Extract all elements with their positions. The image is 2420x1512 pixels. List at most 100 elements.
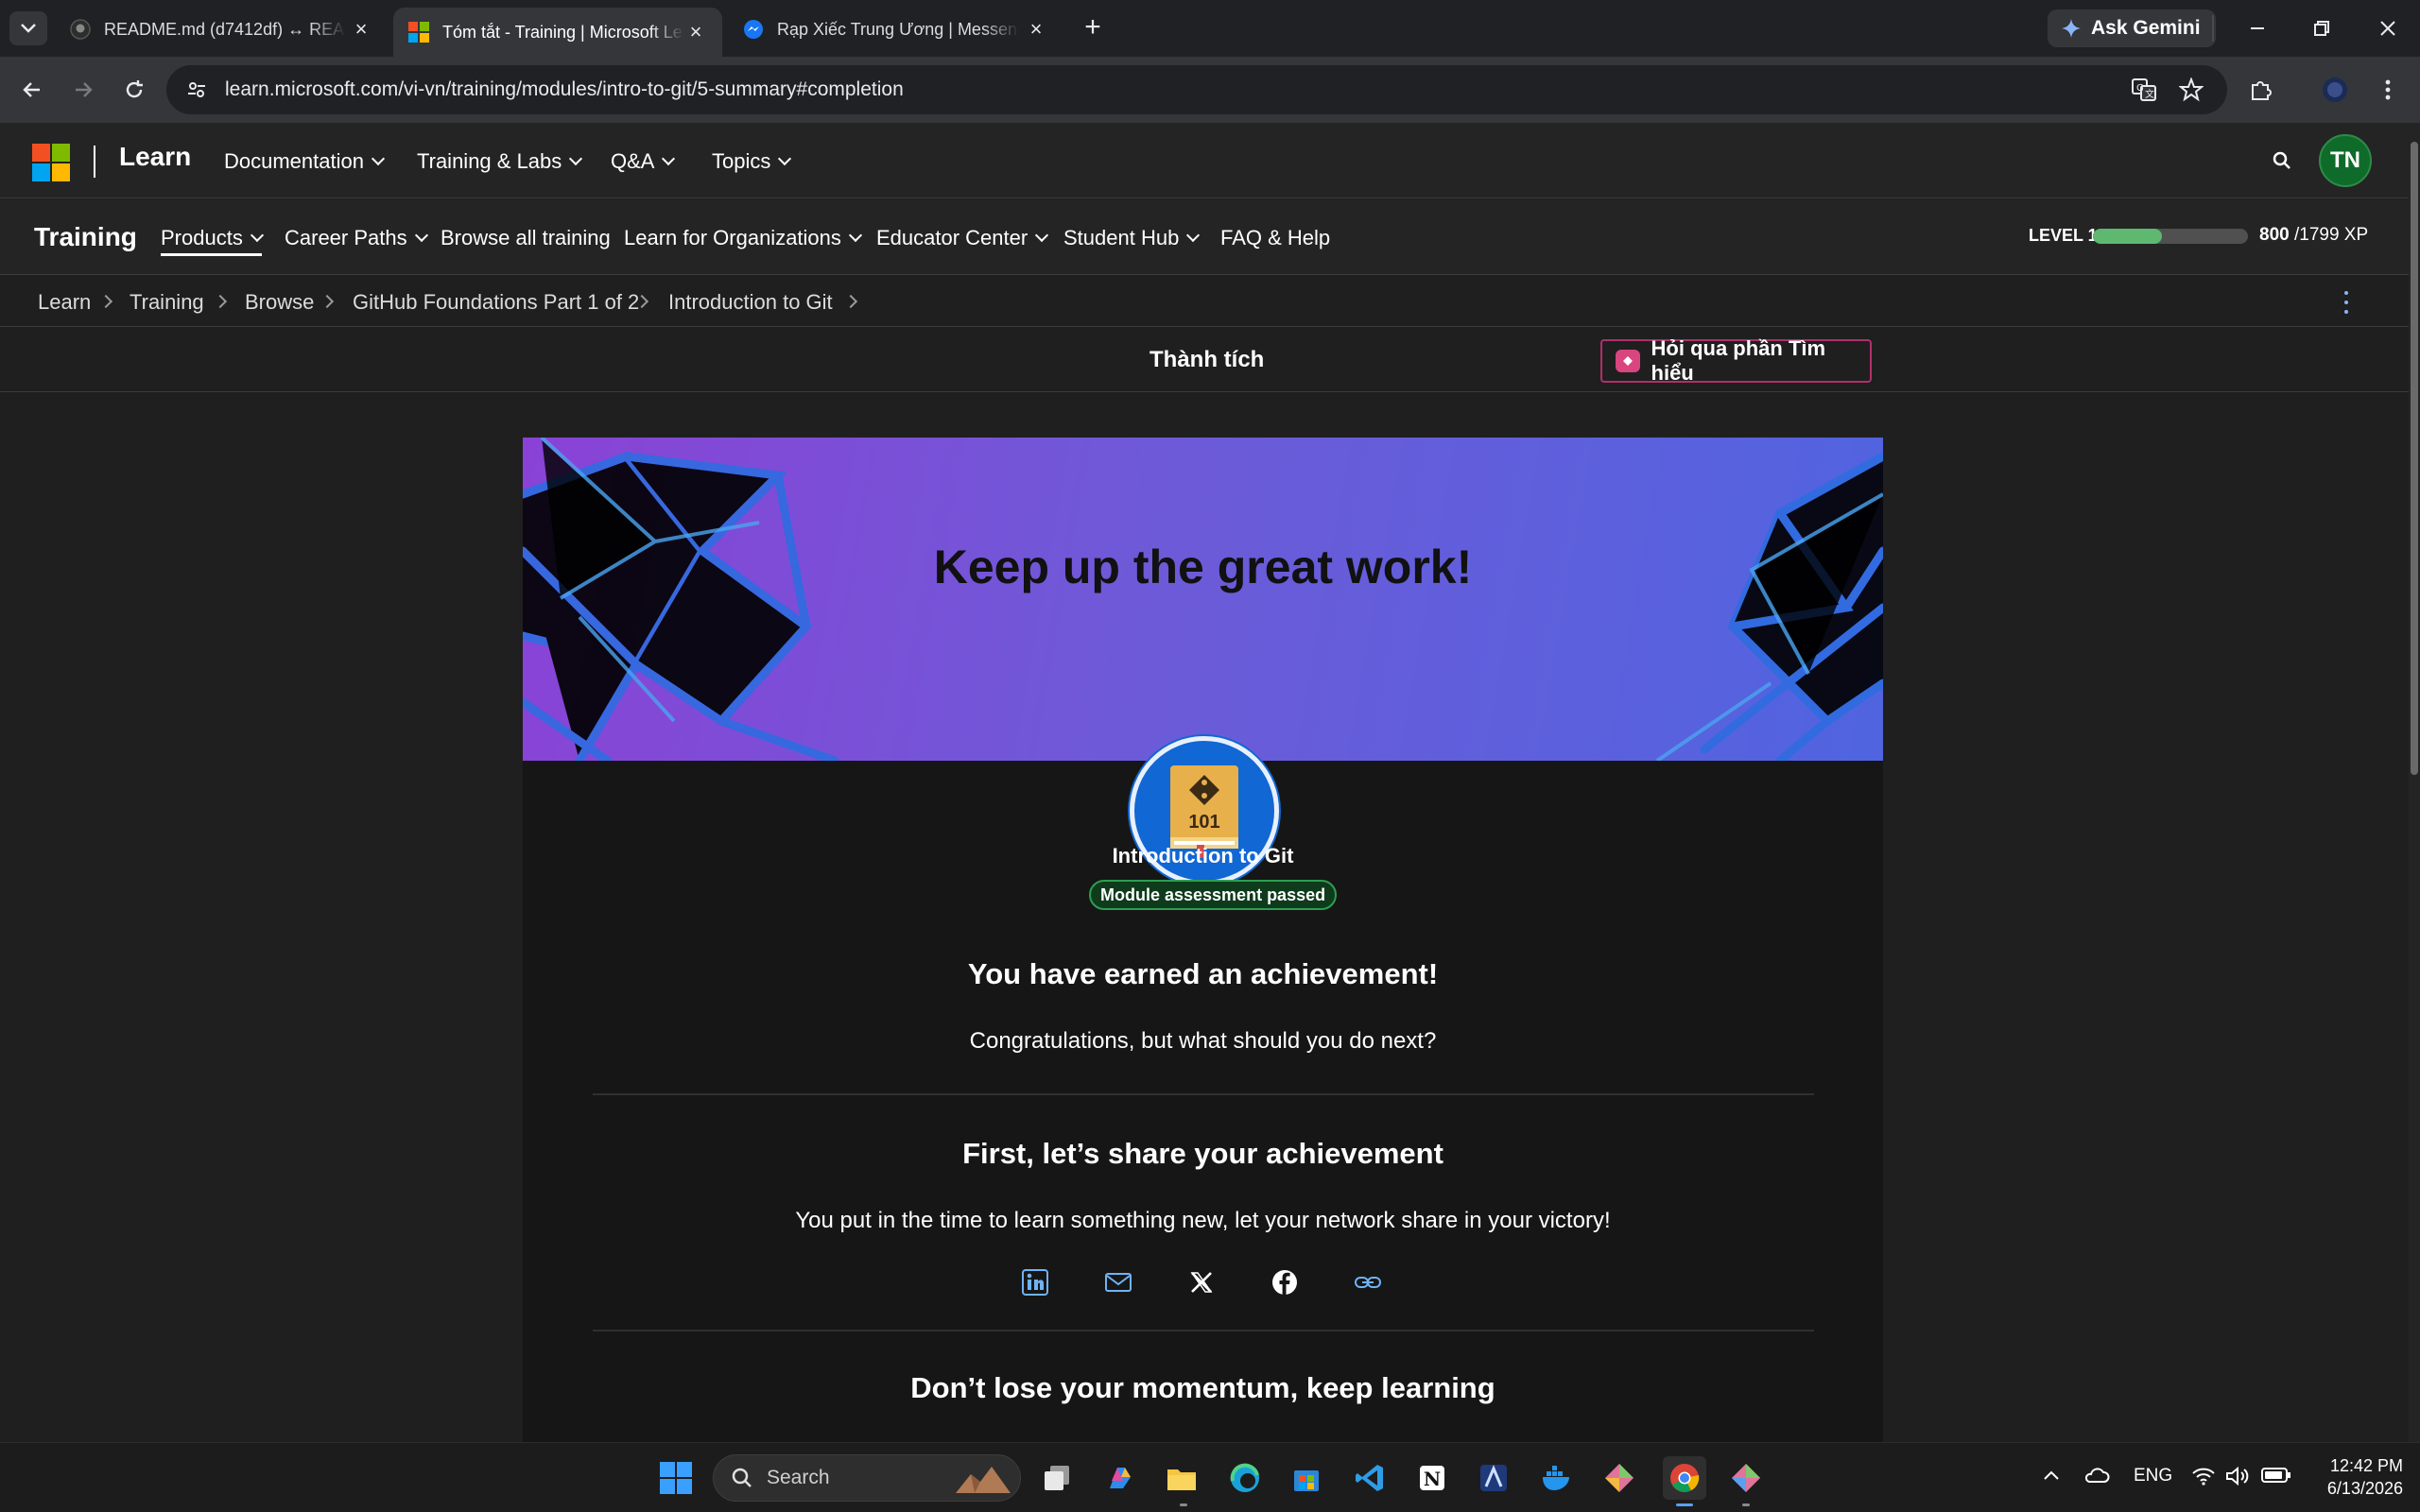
- taskbar-arduino-app[interactable]: [1474, 1458, 1513, 1498]
- close-icon: [2380, 21, 2395, 36]
- taskbar-task-view[interactable]: [1037, 1458, 1077, 1498]
- chrome-menu-button[interactable]: [2369, 71, 2407, 109]
- taskbar-clock[interactable]: 12:42 PM 6/13/2026: [2299, 1454, 2403, 1500]
- taskbar-app-diamond-2[interactable]: [1726, 1458, 1766, 1498]
- copy-link-button[interactable]: [1351, 1265, 1385, 1299]
- chevron-down-icon: [848, 228, 862, 243]
- extensions-button[interactable]: [2242, 71, 2280, 109]
- breadcrumb-introduction-to-git[interactable]: Introduction to Git: [668, 290, 833, 315]
- forward-button[interactable]: [64, 71, 102, 109]
- subnav-browse-all-training[interactable]: Browse all training: [441, 226, 611, 250]
- page-actions-menu[interactable]: [2342, 291, 2350, 314]
- tab-search-button[interactable]: [9, 11, 47, 45]
- taskbar-app-diamond[interactable]: [1599, 1458, 1639, 1498]
- microsoft-logo[interactable]: [32, 144, 70, 181]
- taskbar-notion[interactable]: N: [1412, 1458, 1452, 1498]
- chevron-down-icon: [662, 151, 676, 166]
- taskbar-edge[interactable]: [1225, 1458, 1265, 1498]
- close-tab-icon[interactable]: ×: [350, 17, 372, 42]
- nav-training-labs[interactable]: Training & Labs: [417, 149, 583, 174]
- app-a-icon: [1480, 1465, 1507, 1491]
- tray-overflow-button[interactable]: [2042, 1466, 2061, 1490]
- site-search-button[interactable]: [2265, 144, 2299, 178]
- close-tab-icon[interactable]: ×: [1025, 17, 1047, 42]
- tray-battery[interactable]: [2261, 1466, 2291, 1490]
- taskbar-file-explorer[interactable]: [1162, 1458, 1201, 1498]
- browser-tab-strip: README.md (d7412df) ↔ README.md × Tóm tắ…: [0, 0, 2420, 57]
- chevron-down-icon: [569, 151, 583, 166]
- vscode-icon: [1356, 1465, 1383, 1491]
- tab-title: Tóm tắt - Training | Microsoft Learn: [442, 22, 684, 42]
- diamond-app-icon: [1605, 1464, 1634, 1492]
- share-x-button[interactable]: [1184, 1265, 1219, 1299]
- copilot-icon: [1110, 1468, 1131, 1488]
- taskbar-chrome[interactable]: [1663, 1456, 1706, 1500]
- tray-onedrive[interactable]: [2083, 1466, 2110, 1490]
- achievement-text: Congratulations, but what should you do …: [969, 1028, 1437, 1054]
- breadcrumb-browse[interactable]: Browse: [245, 290, 314, 315]
- minimize-icon: [2251, 27, 2264, 29]
- learn-brand-link[interactable]: Learn: [119, 142, 191, 172]
- taskbar-docker[interactable]: [1537, 1458, 1577, 1498]
- ask-gemini-button[interactable]: Ask Gemini: [2048, 9, 2216, 47]
- translate-button[interactable]: G文: [2125, 71, 2163, 109]
- arrow-left-icon: [23, 82, 40, 97]
- subnav-learn-for-organizations[interactable]: Learn for Organizations: [624, 226, 862, 250]
- start-button[interactable]: [656, 1458, 696, 1498]
- browser-tab-training[interactable]: Tóm tắt - Training | Microsoft Learn ×: [393, 8, 722, 57]
- taskbar-search[interactable]: Search: [713, 1454, 1021, 1502]
- status-badge: Module assessment passed: [1089, 880, 1338, 910]
- new-tab-button[interactable]: +: [1076, 11, 1110, 45]
- subnav-educator-center[interactable]: Educator Center: [876, 226, 1049, 250]
- user-avatar[interactable]: TN: [2319, 134, 2372, 187]
- breadcrumb-learn[interactable]: Learn: [38, 290, 91, 315]
- tray-volume[interactable]: [2225, 1466, 2250, 1492]
- close-window-button[interactable]: [2367, 9, 2409, 47]
- mail-icon: [1105, 1273, 1132, 1292]
- close-tab-icon[interactable]: ×: [684, 20, 707, 44]
- taskbar-vscode[interactable]: [1350, 1458, 1390, 1498]
- nav-documentation[interactable]: Documentation: [224, 149, 386, 174]
- chevron-down-icon: [1035, 228, 1049, 243]
- level-label: LEVEL 1: [2029, 226, 2098, 245]
- share-facebook-button[interactable]: [1268, 1265, 1302, 1299]
- scrollbar-thumb[interactable]: [2411, 142, 2418, 775]
- chevron-down-icon: [1186, 228, 1201, 243]
- tray-wifi[interactable]: [2191, 1466, 2216, 1492]
- chevron-right-icon: [843, 294, 858, 309]
- address-bar[interactable]: learn.microsoft.com/vi-vn/training/modul…: [166, 65, 2227, 114]
- share-email-button[interactable]: [1101, 1265, 1135, 1299]
- nav-label: Training & Labs: [417, 149, 562, 173]
- restore-button[interactable]: [2301, 9, 2342, 47]
- browser-tab-readme[interactable]: README.md (d7412df) ↔ README.md ×: [55, 8, 388, 51]
- breadcrumb-training[interactable]: Training: [130, 290, 204, 315]
- input-language[interactable]: ENG: [2134, 1466, 2172, 1486]
- subnav-products[interactable]: Products: [161, 226, 264, 256]
- module-name: Introduction to Git: [1112, 844, 1294, 868]
- training-brand-link[interactable]: Training: [34, 222, 137, 252]
- profile-button[interactable]: [2316, 71, 2354, 109]
- taskbar-copilot[interactable]: [1100, 1458, 1140, 1498]
- reload-button[interactable]: [115, 71, 153, 109]
- browser-toolbar: learn.microsoft.com/vi-vn/training/modul…: [0, 57, 2420, 123]
- taskbar-store[interactable]: [1287, 1458, 1326, 1498]
- back-button[interactable]: [13, 71, 51, 109]
- diamond-app-icon: [1732, 1464, 1760, 1492]
- completion-card: Keep up the great work! 101 Introduction…: [523, 438, 1883, 1442]
- nav-qa[interactable]: Q&A: [611, 149, 676, 174]
- task-view-icon: [1045, 1466, 1069, 1490]
- subnav-career-paths[interactable]: Career Paths: [285, 226, 428, 250]
- chevron-down-icon: [21, 24, 36, 33]
- ask-learn-button[interactable]: Hỏi qua phần Tìm hiểu: [1600, 336, 1872, 385]
- chevron-up-icon: [2044, 1470, 2059, 1480]
- bookmark-button[interactable]: [2172, 71, 2210, 109]
- nav-topics[interactable]: Topics: [712, 149, 792, 174]
- breadcrumb-github-foundations[interactable]: GitHub Foundations Part 1 of 2: [353, 290, 639, 315]
- subnav-faq-help[interactable]: FAQ & Help: [1220, 226, 1330, 250]
- minimize-button[interactable]: [2237, 9, 2278, 47]
- share-linkedin-button[interactable]: [1018, 1265, 1052, 1299]
- subnav-label: Educator Center: [876, 226, 1028, 249]
- browser-tab-messenger[interactable]: Rạp Xiếc Trung Ương | Messenger ×: [728, 8, 1063, 51]
- site-info-icon[interactable]: [183, 77, 210, 103]
- subnav-student-hub[interactable]: Student Hub: [1063, 226, 1201, 250]
